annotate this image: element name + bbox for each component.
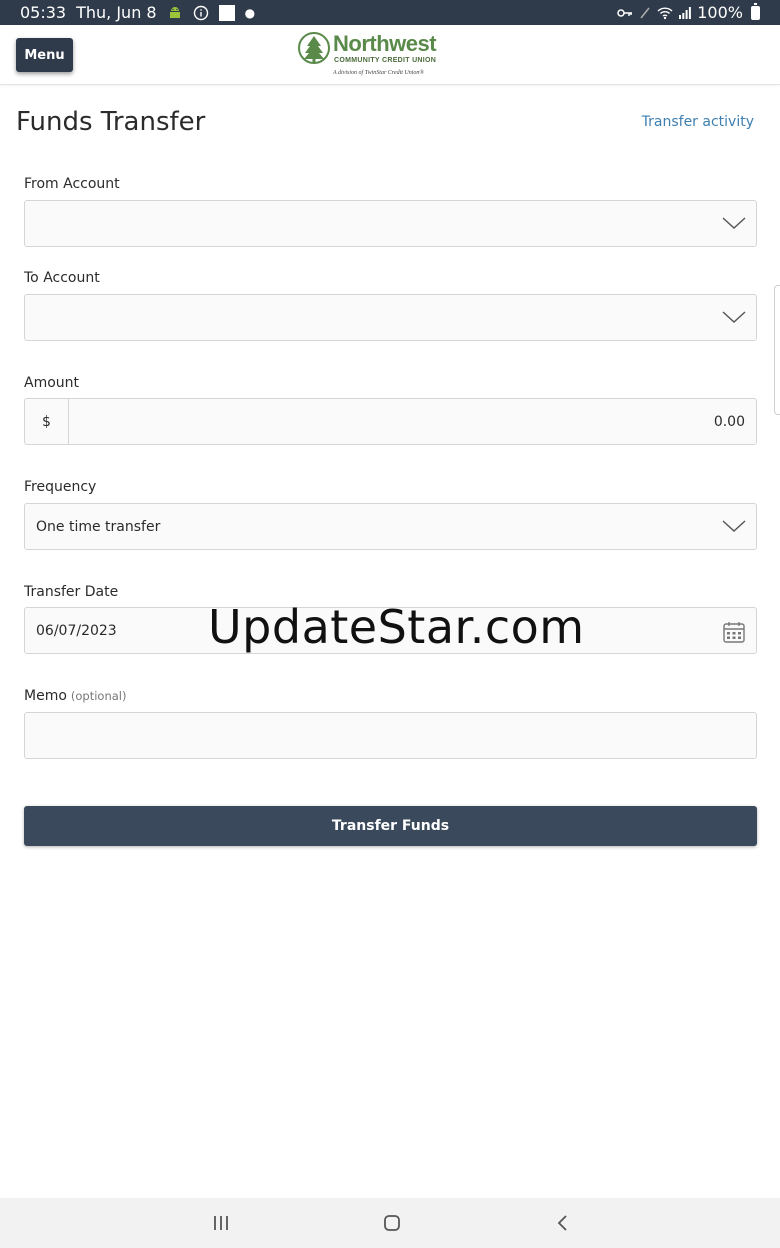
- recents-icon[interactable]: [208, 1210, 234, 1236]
- logo-tagline: A division of TwinStar Credit Union®: [333, 70, 424, 76]
- key-icon: [617, 7, 633, 19]
- chevron-down-icon: [722, 520, 746, 532]
- info-icon: [193, 5, 209, 21]
- transfer-date-value: 06/07/2023: [36, 622, 117, 639]
- memo-label-text: Memo: [24, 688, 67, 704]
- watermark: UpdateStar.com: [208, 600, 585, 654]
- more-notifications-icon: ●: [244, 5, 256, 20]
- signal-icon: [679, 6, 692, 19]
- status-date: Thu, Jun 8: [76, 3, 157, 22]
- chevron-down-icon: [722, 311, 746, 323]
- memo-input[interactable]: [24, 712, 757, 759]
- wifi-icon: [657, 6, 673, 20]
- frequency-label: Frequency: [24, 479, 97, 495]
- page-title: Funds Transfer: [16, 107, 206, 137]
- app-header: Menu Northwest COMMUNITY CREDIT UNION A …: [0, 25, 780, 85]
- notification-icon: [218, 4, 235, 21]
- back-icon[interactable]: [550, 1210, 576, 1236]
- transfer-activity-link[interactable]: Transfer activity: [642, 114, 754, 130]
- logo-subtitle: COMMUNITY CREDIT UNION: [334, 57, 437, 64]
- amount-label: Amount: [24, 375, 80, 391]
- transfer-funds-button[interactable]: Transfer Funds: [24, 806, 757, 846]
- home-icon[interactable]: [379, 1210, 405, 1236]
- memo-optional-hint: (optional): [70, 689, 127, 703]
- frequency-select[interactable]: One time transfer: [24, 503, 757, 550]
- to-account-select[interactable]: [24, 294, 757, 341]
- status-right: 100%: [617, 2, 760, 22]
- transfer-date-label: Transfer Date: [24, 584, 119, 600]
- memo-label: Memo (optional): [24, 688, 127, 704]
- status-left: 05:33 Thu, Jun 8 ●: [20, 3, 255, 22]
- logo-name: Northwest: [333, 31, 437, 56]
- amount-input[interactable]: $ 0.00: [24, 398, 757, 445]
- android-icon: [167, 5, 183, 21]
- status-bar: 05:33 Thu, Jun 8 ● 100%: [0, 0, 780, 25]
- amount-value: 0.00: [713, 413, 745, 430]
- calendar-icon[interactable]: [722, 620, 746, 644]
- navigation-bar: [0, 1198, 780, 1248]
- to-account-label: To Account: [24, 270, 100, 286]
- edge-panel-handle[interactable]: [774, 285, 780, 415]
- pen-icon: [639, 6, 651, 20]
- chevron-down-icon: [722, 217, 746, 229]
- tree-logo-icon: [298, 32, 330, 64]
- menu-button[interactable]: Menu: [16, 38, 73, 72]
- from-account-label: From Account: [24, 176, 120, 192]
- from-account-select[interactable]: [24, 200, 757, 247]
- battery-icon: [751, 2, 760, 20]
- status-time: 05:33: [20, 3, 67, 22]
- frequency-value: One time transfer: [36, 518, 161, 535]
- battery-percent: 100%: [697, 3, 743, 22]
- currency-prefix: $: [25, 399, 69, 444]
- northwest-logo[interactable]: Northwest COMMUNITY CREDIT UNION A divis…: [298, 30, 448, 82]
